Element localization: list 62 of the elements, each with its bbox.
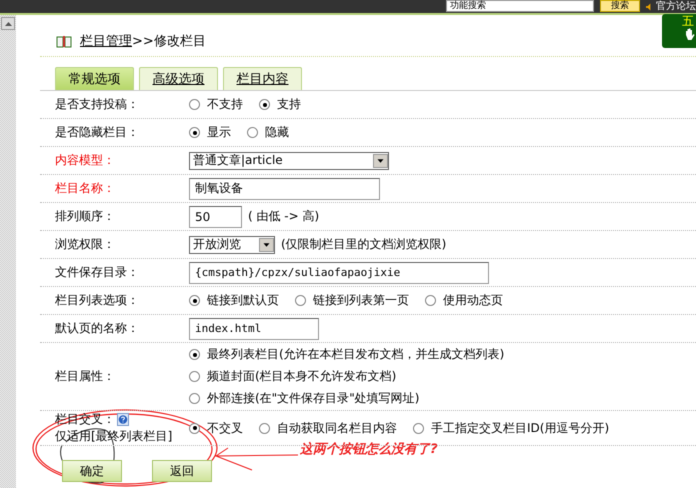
- form-button[interactable]: 确定: [62, 460, 122, 482]
- field-note: (仅限制栏目里的文档浏览权限): [281, 236, 446, 253]
- field-label: 栏目名称：: [54, 180, 116, 197]
- radio-button[interactable]: [247, 127, 258, 138]
- text-field[interactable]: index.html: [189, 318, 319, 340]
- field-note: ( 由低 -> 高): [248, 208, 320, 225]
- option-label: 最终列表栏目(允许在本栏目发布文档，并生成文档列表): [207, 346, 504, 363]
- dropdown[interactable]: 开放浏览: [189, 236, 275, 254]
- field-label: 是否隐藏栏目：: [54, 124, 140, 141]
- radio-button[interactable]: [259, 99, 270, 110]
- option-label: 隐藏: [265, 124, 289, 141]
- field-label: 内容模型：: [54, 152, 116, 169]
- option-label: 链接到列表第一页: [313, 292, 409, 309]
- radio-button[interactable]: [189, 371, 200, 382]
- radio-button[interactable]: [259, 422, 270, 434]
- field-label: 浏览权限：: [54, 236, 116, 253]
- option-label: 不支持: [207, 96, 243, 113]
- forum-link[interactable]: 官方论坛: [656, 0, 696, 12]
- caret-icon: [373, 154, 388, 168]
- option-label: 外部连接(在"文件保存目录"处填写网址): [207, 390, 420, 407]
- text-field[interactable]: 制氧设备: [189, 178, 380, 200]
- radio-button[interactable]: [189, 295, 200, 306]
- field-label: 文件保存目录：: [54, 264, 140, 281]
- text-field[interactable]: 50: [189, 206, 242, 228]
- radio-button[interactable]: [189, 99, 200, 110]
- field-label: 栏目列表选项：: [54, 292, 140, 309]
- scroll-up-button[interactable]: [1, 17, 15, 30]
- up-arrow-icon: [4, 22, 12, 26]
- radio-button[interactable]: [425, 295, 436, 306]
- tab[interactable]: 高级选项: [139, 67, 218, 90]
- floating-widget[interactable]: 五: [662, 14, 696, 48]
- breadcrumb-link[interactable]: 栏目管理: [80, 34, 132, 49]
- option-label: 不交叉: [207, 420, 243, 436]
- radio-button[interactable]: [189, 349, 200, 360]
- option-label: 链接到默认页: [207, 292, 279, 309]
- radio-button[interactable]: [295, 295, 306, 306]
- field-label: 排列顺序：: [54, 208, 116, 225]
- dropdown[interactable]: 普通文章|article: [189, 152, 389, 170]
- search-button[interactable]: 搜索: [600, 0, 640, 12]
- field-label: 是否支持投稿：: [54, 96, 140, 113]
- radio-button[interactable]: [189, 127, 200, 138]
- caret-icon: [259, 238, 274, 252]
- field-label: 栏目属性：: [54, 368, 116, 385]
- option-label: 使用动态页: [443, 292, 503, 309]
- hand-icon: [684, 28, 696, 41]
- tab[interactable]: 常规选项: [55, 67, 134, 90]
- radio-button[interactable]: [189, 422, 200, 434]
- option-label: 支持: [277, 96, 301, 113]
- radio-button[interactable]: [413, 422, 424, 434]
- field-label: 默认页的名称：: [54, 320, 140, 337]
- option-label: 频道封面(栏目本身不允许发布文档): [207, 368, 396, 385]
- radio-button[interactable]: [189, 393, 200, 404]
- speaker-icon: [646, 2, 653, 10]
- option-label: 显示: [207, 124, 231, 141]
- search-field[interactable]: 功能搜索: [446, 0, 594, 12]
- option-label: 手工指定交叉栏目ID(用逗号分开): [431, 420, 610, 436]
- text-field[interactable]: {cmspath}/cpzx/suliaofapaojixie: [189, 262, 489, 284]
- breadcrumb-current: >>修改栏目: [132, 34, 206, 49]
- tab[interactable]: 栏目内容: [223, 67, 302, 90]
- form-button[interactable]: 返回: [152, 460, 212, 482]
- book-icon: [56, 34, 72, 48]
- option-label: 自动获取同名栏目内容: [277, 420, 397, 436]
